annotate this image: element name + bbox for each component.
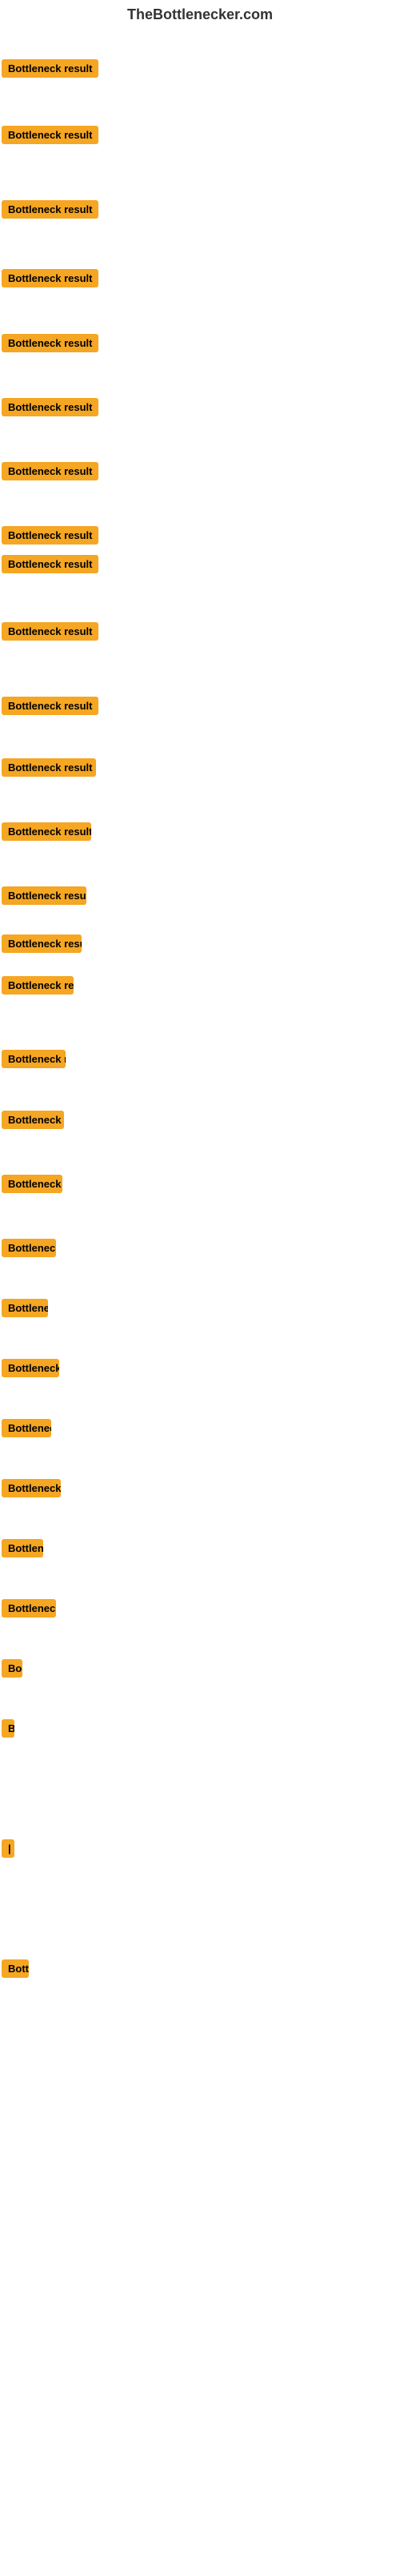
- bottleneck-result-row-30: Bott: [2, 1959, 29, 1982]
- bottleneck-result-row-3: Bottleneck result: [2, 200, 98, 223]
- bottleneck-label-25: Bottlen: [2, 1539, 43, 1557]
- bottleneck-result-row-14: Bottleneck result: [2, 886, 86, 909]
- bottleneck-result-row-2: Bottleneck result: [2, 126, 98, 148]
- bottleneck-result-row-27: Bo: [2, 1659, 22, 1682]
- bottleneck-result-row-5: Bottleneck result: [2, 334, 98, 356]
- bottleneck-label-24: Bottleneck re: [2, 1479, 61, 1497]
- bottleneck-result-row-8: Bottleneck result: [2, 526, 98, 549]
- bottleneck-label-10: Bottleneck result: [2, 622, 98, 641]
- bottleneck-label-2: Bottleneck result: [2, 126, 98, 144]
- bottleneck-label-20: Bottleneck: [2, 1239, 56, 1257]
- bottleneck-result-row-12: Bottleneck result: [2, 758, 96, 781]
- bottleneck-label-1: Bottleneck result: [2, 59, 98, 78]
- bottleneck-label-15: Bottleneck result: [2, 934, 82, 953]
- bottleneck-result-row-25: Bottlen: [2, 1539, 43, 1561]
- bottleneck-label-12: Bottleneck result: [2, 758, 96, 777]
- bottleneck-result-row-18: Bottleneck resu: [2, 1111, 64, 1133]
- bottleneck-label-30: Bott: [2, 1959, 29, 1978]
- bottleneck-result-row-13: Bottleneck result: [2, 822, 91, 845]
- bottleneck-result-row-7: Bottleneck result: [2, 462, 98, 484]
- bottleneck-label-21: Bottlene: [2, 1299, 48, 1317]
- bottleneck-label-4: Bottleneck result: [2, 269, 98, 287]
- bottleneck-label-5: Bottleneck result: [2, 334, 98, 352]
- bottleneck-result-row-28: B: [2, 1719, 14, 1742]
- bottleneck-result-row-26: Bottleneck: [2, 1599, 56, 1622]
- bottleneck-label-7: Bottleneck result: [2, 462, 98, 480]
- bottleneck-result-row-21: Bottlene: [2, 1299, 48, 1321]
- bottleneck-label-28: B: [2, 1719, 14, 1738]
- bottleneck-label-22: Bottleneck r: [2, 1359, 59, 1377]
- bottleneck-label-29: |: [2, 1839, 14, 1858]
- bottleneck-result-row-6: Bottleneck result: [2, 398, 98, 420]
- bottleneck-label-16: Bottleneck result: [2, 976, 74, 995]
- bottleneck-label-19: Bottleneck resul: [2, 1175, 62, 1193]
- bottleneck-label-6: Bottleneck result: [2, 398, 98, 416]
- bottleneck-result-row-9: Bottleneck result: [2, 555, 98, 577]
- bottleneck-result-row-19: Bottleneck resul: [2, 1175, 62, 1197]
- bottleneck-result-row-23: Bottlenec: [2, 1419, 51, 1441]
- site-title: TheBottlenecker.com: [0, 0, 400, 30]
- bottleneck-label-23: Bottlenec: [2, 1419, 51, 1437]
- bottleneck-label-18: Bottleneck resu: [2, 1111, 64, 1129]
- bottleneck-result-row-1: Bottleneck result: [2, 59, 98, 82]
- bottleneck-label-17: Bottleneck result: [2, 1050, 66, 1068]
- bottleneck-result-row-15: Bottleneck result: [2, 934, 82, 957]
- bottleneck-result-row-22: Bottleneck r: [2, 1359, 59, 1381]
- bottleneck-result-row-4: Bottleneck result: [2, 269, 98, 291]
- bottleneck-result-row-17: Bottleneck result: [2, 1050, 66, 1072]
- bottleneck-label-13: Bottleneck result: [2, 822, 91, 841]
- bottleneck-result-row-24: Bottleneck re: [2, 1479, 61, 1501]
- bottleneck-label-27: Bo: [2, 1659, 22, 1678]
- bottleneck-label-8: Bottleneck result: [2, 526, 98, 545]
- bottleneck-result-row-11: Bottleneck result: [2, 697, 98, 719]
- bottleneck-label-14: Bottleneck result: [2, 886, 86, 905]
- bottleneck-result-row-16: Bottleneck result: [2, 976, 74, 999]
- bottleneck-label-11: Bottleneck result: [2, 697, 98, 715]
- bottleneck-label-26: Bottleneck: [2, 1599, 56, 1618]
- bottleneck-result-row-10: Bottleneck result: [2, 622, 98, 645]
- bottleneck-result-row-20: Bottleneck: [2, 1239, 56, 1261]
- bottleneck-label-9: Bottleneck result: [2, 555, 98, 573]
- bottleneck-result-row-29: |: [2, 1839, 14, 1862]
- bottleneck-label-3: Bottleneck result: [2, 200, 98, 219]
